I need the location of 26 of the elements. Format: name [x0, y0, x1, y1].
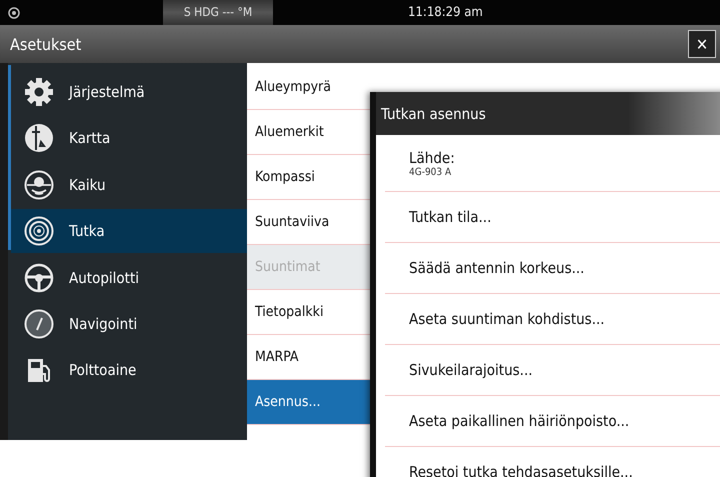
dialog-menu-item[interactable]: Aseta paikallinen häiriönpoisto...	[409, 412, 630, 430]
dialog-menu-item[interactable]: Resetoi tutka tehdasasetuksille...	[409, 463, 633, 477]
gear-icon	[23, 76, 55, 108]
steering-wheel-icon	[23, 262, 55, 294]
sidebar-item[interactable]: Kartta	[11, 116, 247, 160]
dialog-menu-item[interactable]: Lähde: 4G-903 A	[409, 148, 455, 178]
sidebar-item[interactable]: Järjestelmä	[11, 70, 247, 114]
sonar-icon	[23, 168, 55, 201]
sidebar-item[interactable]: Kaiku	[11, 162, 247, 207]
sidebar-item[interactable]: Autopilotti	[11, 256, 247, 300]
window-title: Asetukset	[10, 34, 82, 54]
dialog-menu-item[interactable]: Tutkan tila...	[409, 208, 492, 226]
close-button[interactable]: ✕	[688, 30, 716, 58]
item-label: Lähde:	[409, 148, 455, 166]
radar-icon	[23, 215, 55, 248]
item-value: 4G-903 A	[409, 166, 452, 178]
heading-readout: S HDG --- °M	[163, 0, 273, 25]
sidebar-item[interactable]: Polttoaine	[11, 348, 247, 392]
clock-time: 11:18:29 am	[408, 5, 483, 20]
dialog-menu-item[interactable]: Aseta suuntiman kohdistus...	[409, 310, 605, 328]
sidebar-item[interactable]: Navigointi	[11, 302, 247, 346]
dialog-menu-item[interactable]: Säädä antennin korkeus...	[409, 259, 584, 277]
dialog-menu-item[interactable]: Sivukeilarajoitus...	[409, 361, 533, 379]
compass-icon	[23, 308, 55, 340]
globe-icon	[23, 122, 55, 154]
sidebar-item[interactable]: Tutka	[11, 209, 247, 254]
